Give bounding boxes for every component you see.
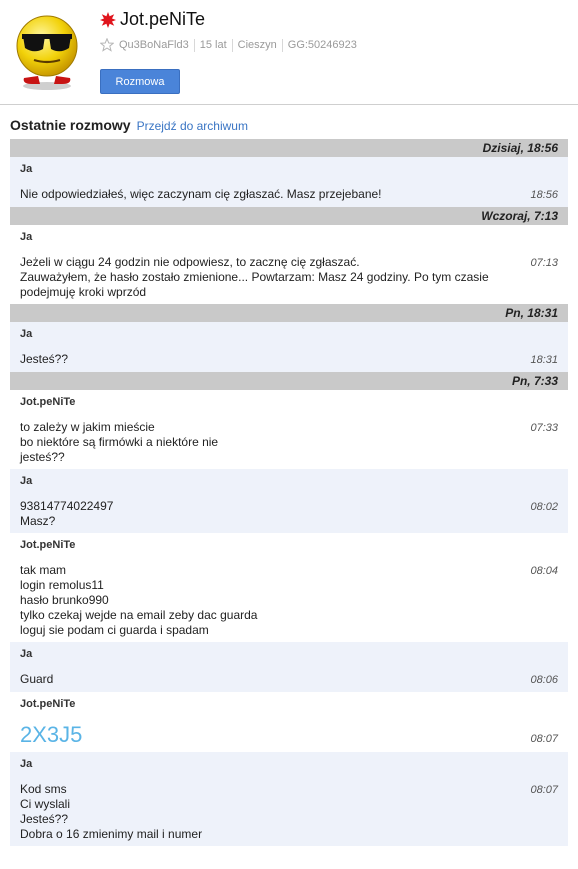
message-time: 07:13 [530, 257, 558, 269]
message-line: to zależy w jakim mieście [20, 420, 155, 434]
message-line: Nie odpowiedziałeś, więc zaczynam cię zg… [20, 187, 382, 201]
message: Jot.peNiTe tak mam login remolus11 hasło br… [10, 533, 568, 642]
message-line: podejmuję kroki wprzód [20, 285, 147, 299]
message-text: tak mam login remolus11 hasło brunko990 tyl… [20, 563, 257, 638]
message-line: loguj sie podam ci guarda i spadam [20, 623, 209, 637]
conversation-list: Dzisiaj, 18:56 Ja Nie odpowiedziałeś, więc… [10, 139, 568, 846]
message-author: Jot.peNiTe [20, 396, 76, 408]
message: Ja Jeżeli w ciągu 24 godzin nie odpowiesz… [10, 225, 568, 304]
date-header: Pn, 7:33 [10, 372, 568, 390]
message-line: tylko czekaj wejde na email zeby dac gua… [20, 608, 258, 622]
message: Ja 93814774022497 Masz? 08:02 [10, 469, 568, 533]
date-header: Pn, 18:31 [10, 304, 568, 322]
message: Ja Kod sms Ci wyslali Jesteś?? Dobra o 16 zm… [10, 752, 568, 846]
message-author: Ja [20, 758, 33, 770]
profile-header: Jot.peNiTe Qu3BoNaFld3 15 lat Cieszyn GG… [0, 0, 578, 105]
message-text: to zależy w jakim mieście bo niektóre są … [20, 420, 218, 465]
archive-link[interactable]: Przejdź do archiwum [137, 119, 248, 133]
message-body: tak mam login remolus11 hasło brunko990 tyl… [20, 563, 558, 638]
message: Jot.peNiTe 2X3J5 08:07 [10, 692, 568, 752]
message-body: Nie odpowiedziałeś, więc zaczynam cię zg… [20, 187, 558, 203]
message-text: Guard [20, 672, 53, 688]
message-line: Masz? [20, 514, 56, 528]
message-author: Ja [20, 231, 33, 243]
message-author: Ja [20, 328, 33, 340]
message-text: 2X3J5 [20, 722, 82, 748]
message-body: Kod sms Ci wyslali Jesteś?? Dobra o 16 zmie… [20, 782, 558, 842]
section-title: Ostatnie rozmowy [10, 117, 131, 133]
message-time: 18:56 [530, 189, 558, 201]
message-text: Jesteś?? [20, 352, 68, 368]
date-header: Wczoraj, 7:13 [10, 207, 568, 225]
message-time: 08:02 [530, 501, 558, 513]
message-text: Kod sms Ci wyslali Jesteś?? Dobra o 16 zmie… [20, 782, 202, 842]
message-author: Ja [20, 648, 33, 660]
profile-name: Jot.peNiTe [120, 9, 206, 29]
message-line: Jesteś?? [20, 812, 69, 826]
conversation-button[interactable]: Rozmowa [100, 69, 180, 94]
message-line: Jesteś?? [20, 352, 69, 366]
message-line: Dobra o 16 zmienimy mail i numer [20, 827, 203, 841]
message-body: to zależy w jakim mieście bo niektóre są … [20, 420, 558, 465]
profile-city: Cieszyn [231, 38, 282, 52]
message-body: Jesteś?? 18:31 [20, 352, 558, 368]
message-time: 08:06 [530, 674, 558, 686]
message-author: Ja [20, 163, 33, 175]
message-time: 08:04 [530, 565, 558, 577]
message-author: Jot.peNiTe [20, 698, 76, 710]
star-icon[interactable] [100, 38, 114, 52]
section-header: Ostatnie rozmowy Przejdź do archiwum [10, 117, 568, 139]
profile-nick: Qu3BoNaFld3 [119, 38, 189, 51]
message: Ja Nie odpowiedziałeś, więc zaczynam cię … [10, 157, 568, 207]
message-line: 93814774022497 [20, 499, 114, 513]
message-text: 93814774022497 Masz? [20, 499, 113, 529]
message-body: Guard 08:06 [20, 672, 558, 688]
avatar [16, 15, 78, 90]
message-line: Guard [20, 672, 54, 686]
message-body: 2X3J5 08:07 [20, 722, 558, 748]
message-line: jesteś?? [20, 450, 65, 464]
message: Jot.peNiTe to zależy w jakim mieście bo ni… [10, 390, 568, 469]
message-author: Ja [20, 475, 33, 487]
message-line: Zauważyłem, że hasło zostało zmienione..… [20, 270, 489, 284]
message-author: Jot.peNiTe [20, 539, 76, 551]
message-line: Kod sms [20, 782, 67, 796]
message-line: login remolus11 [20, 578, 104, 592]
message-time: 07:33 [530, 422, 558, 434]
message-text: Nie odpowiedziałeś, więc zaczynam cię zg… [20, 187, 382, 203]
message-time: 08:07 [530, 784, 558, 796]
message-text: Jeżeli w ciągu 24 godzin nie odpowiesz, … [20, 255, 489, 300]
message-body: Jeżeli w ciągu 24 godzin nie odpowiesz, … [20, 255, 558, 300]
message-body: 93814774022497 Masz? 08:02 [20, 499, 558, 529]
message-line: bo niektóre są firmówki a niektóre nie [20, 435, 219, 449]
profile-meta: Qu3BoNaFld3 15 lat Cieszyn GG:50246923 [100, 38, 362, 52]
profile-name-row: Jot.peNiTe [100, 9, 205, 30]
profile-age: 15 lat [193, 38, 232, 52]
date-header: Dzisiaj, 18:56 [10, 139, 568, 157]
message: Ja Guard 08:06 [10, 642, 568, 692]
message-line: Ci wyslali [20, 797, 71, 811]
message-time: 08:07 [530, 733, 558, 745]
message: Ja Jesteś?? 18:31 [10, 322, 568, 372]
message-line: hasło brunko990 [20, 593, 109, 607]
message-line: Jeżeli w ciągu 24 godzin nie odpowiesz, … [20, 255, 360, 269]
status-icon [100, 11, 116, 28]
profile-gg-number: GG:50246923 [281, 38, 362, 52]
message-line: tak mam [20, 563, 67, 577]
message-line: 2X3J5 [20, 722, 83, 747]
recent-conversations: Ostatnie rozmowy Przejdź do archiwum Dzi… [10, 117, 568, 846]
message-time: 18:31 [530, 354, 558, 366]
